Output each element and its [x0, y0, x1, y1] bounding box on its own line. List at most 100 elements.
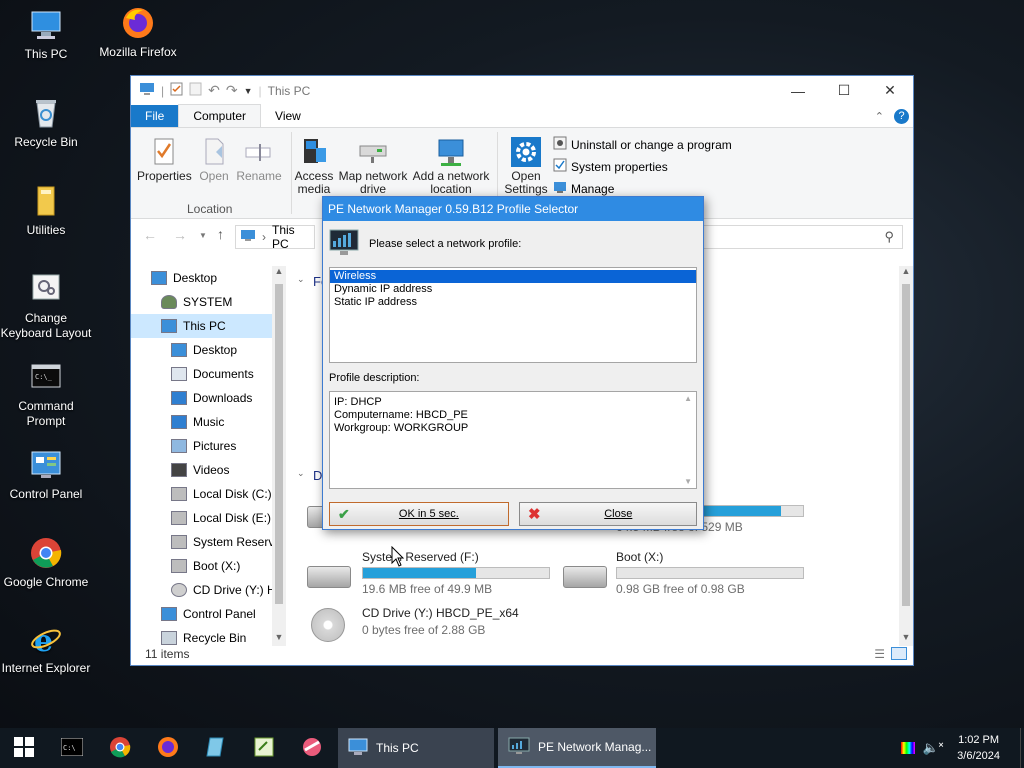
drive-f[interactable]: System Reserved (F:) 19.6 MB free of 49.… [307, 548, 550, 598]
add-network-location-button[interactable]: Add a network location [411, 136, 491, 196]
search-input[interactable]: ⚲ [701, 225, 903, 249]
nav-item[interactable]: Downloads [131, 386, 286, 410]
help-icon[interactable]: ? [894, 109, 909, 124]
nav-item[interactable]: Local Disk (E:) [131, 506, 286, 530]
new-folder-icon[interactable] [189, 82, 202, 99]
start-button[interactable] [0, 728, 48, 768]
window-title: This PC [267, 83, 311, 98]
minimize-button[interactable]: — [775, 76, 821, 105]
system-properties-button[interactable]: System properties [553, 158, 668, 175]
firefox-icon [157, 736, 179, 761]
nav-item[interactable]: Desktop [131, 338, 286, 362]
notes-app-icon [205, 736, 227, 761]
color-tray-icon[interactable] [900, 742, 915, 754]
description-scroll-up-icon[interactable]: ▲ [684, 394, 692, 403]
drive-cd-y[interactable]: CD Drive (Y:) HBCD_PE_x64 0 bytes free o… [307, 604, 607, 646]
drive-icon [307, 566, 351, 588]
nav-item[interactable]: Boot (X:) [131, 554, 286, 578]
collapse-folders-icon[interactable]: ⌄ [297, 274, 305, 285]
collapse-devices-icon[interactable]: ⌄ [297, 468, 305, 479]
checklist-icon[interactable] [170, 82, 183, 99]
desktop-icon-control-panel[interactable]: Control Panel [0, 448, 92, 502]
ok-button[interactable]: ✔ OK in 5 sec. [329, 502, 509, 526]
taskbar-chrome[interactable] [96, 728, 144, 768]
show-desktop-button[interactable] [1020, 728, 1024, 768]
tab-computer[interactable]: Computer [178, 104, 262, 127]
properties-button[interactable]: Properties [137, 136, 192, 183]
chevron-down-icon[interactable]: ▼ [244, 86, 253, 96]
desktop-icon-utilities[interactable]: Utilities [0, 184, 92, 238]
properties-icon[interactable]: | [161, 84, 164, 98]
manage-button[interactable]: Manage [553, 180, 614, 197]
desktop-icon-recycle-bin[interactable]: Recycle Bin [0, 96, 92, 150]
uninstall-program-button[interactable]: Uninstall or change a program [553, 136, 732, 153]
drive-x[interactable]: Boot (X:) 0.98 GB free of 0.98 GB [563, 548, 823, 598]
taskbar: C:\ This PC PE Network Manag... 🔈˟ 1:02 … [0, 728, 1024, 768]
windows-logo-icon [14, 736, 34, 760]
desktop-icon-change-keyboard[interactable]: Change Keyboard Layout [0, 272, 92, 341]
profile-list[interactable]: Wireless Dynamic IP address Static IP ad… [329, 267, 697, 363]
nav-item[interactable]: System Reserve [131, 530, 286, 554]
map-network-drive-button[interactable]: Map network drive [337, 136, 409, 196]
nav-item[interactable]: This PC [131, 314, 286, 338]
desktop-icon-this-pc[interactable]: This PC [0, 8, 92, 62]
profile-item-wireless[interactable]: Wireless [330, 270, 696, 283]
rename-button[interactable]: Rename [235, 136, 283, 183]
open-settings-button[interactable]: Open Settings [503, 136, 549, 196]
network-profile-dialog[interactable]: PE Network Manager 0.59.B12 Profile Sele… [322, 196, 704, 530]
back-arrow-icon[interactable]: ← [143, 227, 157, 243]
media-icon [298, 136, 330, 168]
tab-file[interactable]: File [131, 105, 179, 127]
undo-icon[interactable]: ↶ [208, 82, 220, 99]
profile-item-dynamic-ip[interactable]: Dynamic IP address [330, 283, 696, 296]
up-arrow-icon[interactable]: ↑ [217, 226, 224, 242]
tab-view[interactable]: View [261, 105, 315, 127]
nav-item[interactable]: Desktop [131, 266, 286, 290]
nav-scrollbar[interactable]: ▲ ▼ [272, 266, 286, 646]
desktop-icon-firefox[interactable]: Mozilla Firefox [92, 6, 184, 60]
explorer-title-bar[interactable]: | ↶ ↷ ▼ | This PC — ☐ ✕ [131, 76, 913, 105]
nav-item[interactable]: Pictures [131, 434, 286, 458]
details-view-icon[interactable]: ☰ [874, 647, 885, 661]
maximize-button[interactable]: ☐ [821, 76, 867, 105]
nav-item[interactable]: SYSTEM [131, 290, 286, 314]
large-icons-view-icon[interactable] [891, 647, 907, 660]
nav-item[interactable]: Videos [131, 458, 286, 482]
taskbar-command-prompt[interactable]: C:\ [48, 728, 96, 768]
collapse-ribbon-icon[interactable]: ⌃ [875, 110, 884, 123]
desktop-icon [151, 271, 167, 285]
taskbar-tool[interactable] [288, 728, 336, 768]
volume-muted-icon[interactable]: 🔈˟ [923, 740, 944, 756]
taskbar-firefox[interactable] [144, 728, 192, 768]
nav-item[interactable]: CD Drive (Y:) H [131, 578, 286, 602]
open-button[interactable]: Open [193, 136, 235, 183]
taskbar-task-network-manager[interactable]: PE Network Manag... [498, 728, 656, 768]
access-media-button[interactable]: Access media [293, 136, 335, 196]
control-panel-icon [29, 448, 63, 482]
close-button[interactable]: ✕ [867, 76, 913, 105]
nav-item[interactable]: Music [131, 410, 286, 434]
breadcrumb[interactable]: This PC [272, 223, 314, 251]
manage-icon [553, 180, 567, 197]
forward-arrow-icon[interactable]: → [173, 227, 187, 243]
taskbar-app-shortcut[interactable] [192, 728, 240, 768]
recent-chevron-icon[interactable]: ▼ [199, 231, 207, 240]
close-dialog-button[interactable]: ✖ Close [519, 502, 697, 526]
taskbar-task-this-pc[interactable]: This PC [338, 728, 494, 768]
redo-icon[interactable]: ↷ [226, 82, 238, 99]
nav-item[interactable]: Local Disk (C:) [131, 482, 286, 506]
desktop-icon-command-prompt[interactable]: C:\_ Command Prompt [0, 360, 92, 429]
nav-item[interactable]: Control Panel [131, 602, 286, 626]
nav-item[interactable]: Documents [131, 362, 286, 386]
videos-icon [171, 463, 187, 477]
taskbar-editor[interactable] [240, 728, 288, 768]
address-bar[interactable]: › This PC [235, 223, 315, 251]
content-scrollbar[interactable]: ▲ ▼ [899, 266, 913, 646]
profile-item-static-ip[interactable]: Static IP address [330, 296, 696, 309]
desktop-icon-internet-explorer[interactable]: e Internet Explorer [0, 622, 92, 676]
devices-header[interactable]: D [313, 468, 322, 483]
desktop-icon-chrome[interactable]: Google Chrome [0, 536, 92, 590]
description-scroll-down-icon[interactable]: ▼ [684, 477, 692, 486]
clock[interactable]: 1:02 PM 3/6/2024 [957, 732, 1000, 764]
dialog-title-bar[interactable]: PE Network Manager 0.59.B12 Profile Sele… [323, 197, 703, 221]
